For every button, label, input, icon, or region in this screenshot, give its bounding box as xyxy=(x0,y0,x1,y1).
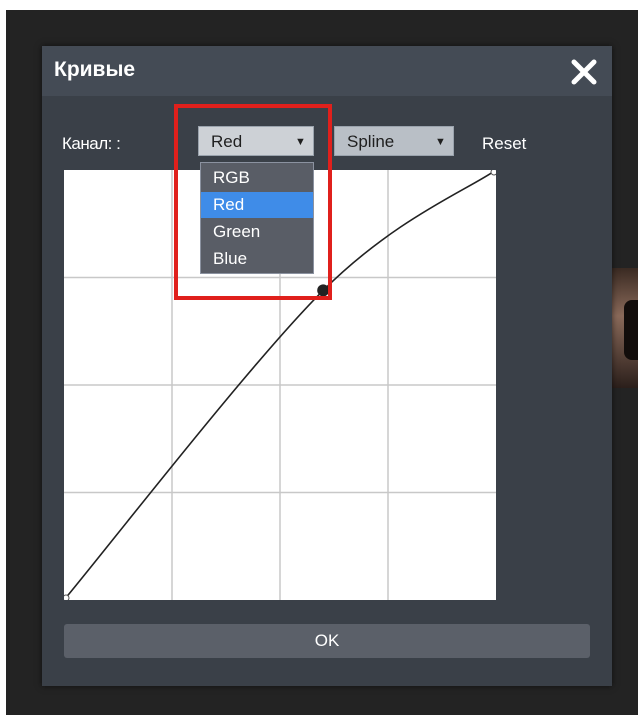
background-photo-shadow xyxy=(624,300,638,360)
curves-dialog: Кривые Канал: : Red ▼ Spline ▼ Reset RGB… xyxy=(42,46,612,686)
curve-endpoint-end xyxy=(490,170,496,176)
curve-mode-value: Spline xyxy=(347,132,395,151)
channel-select-value: Red xyxy=(211,132,243,151)
channel-option-red[interactable]: Red xyxy=(201,192,313,218)
dialog-title: Кривые xyxy=(54,58,136,81)
channel-label: Канал: : xyxy=(62,134,121,153)
channel-dropdown-list: RGB Red Green Blue xyxy=(200,162,314,274)
curve-endpoint-start xyxy=(64,594,70,600)
ok-button[interactable]: OK xyxy=(64,624,590,658)
channel-option-rgb[interactable]: RGB xyxy=(201,165,313,191)
triangle-down-icon: ▼ xyxy=(435,136,446,148)
channel-select[interactable]: Red ▼ xyxy=(198,126,314,156)
triangle-down-icon: ▼ xyxy=(295,136,306,148)
dialog-titlebar: Кривые xyxy=(42,46,612,96)
curve-mode-select[interactable]: Spline ▼ xyxy=(334,126,454,156)
screen: Кривые Канал: : Red ▼ Spline ▼ Reset RGB… xyxy=(0,0,638,715)
close-icon[interactable] xyxy=(566,54,602,90)
reset-button[interactable]: Reset xyxy=(482,134,526,154)
channel-option-green[interactable]: Green xyxy=(201,219,313,245)
curve-control-point[interactable] xyxy=(317,284,330,297)
channel-option-blue[interactable]: Blue xyxy=(201,246,313,272)
